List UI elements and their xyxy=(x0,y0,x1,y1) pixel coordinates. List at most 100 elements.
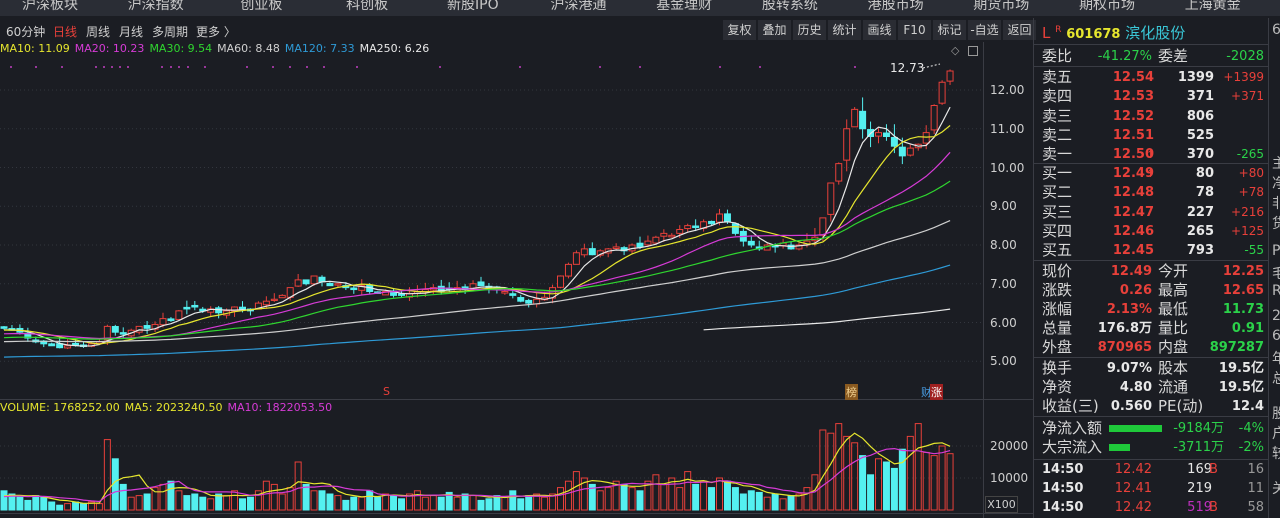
nav-tab[interactable]: 上海黄金 xyxy=(1185,0,1241,14)
level-label: 买四 xyxy=(1042,221,1073,240)
volume-bar xyxy=(437,496,445,511)
bid-row: 买二 12.48 78 +78 xyxy=(1042,183,1264,202)
level-price[interactable]: 12.45 xyxy=(1113,241,1154,260)
candle-down xyxy=(326,283,334,287)
volume-bar xyxy=(119,483,127,511)
volume-legend-item: VOLUME: 1768252.00 xyxy=(0,401,120,414)
level-price[interactable]: 12.53 xyxy=(1113,87,1154,106)
tick-row: 14:50 12.42 169 B 16 xyxy=(1042,460,1264,479)
tick-side: B xyxy=(1209,462,1218,477)
candle-up xyxy=(827,182,835,215)
volume-bar xyxy=(199,496,207,511)
flow-pct: -4% xyxy=(1238,421,1264,436)
cut-off-text: 6 xyxy=(1272,22,1280,38)
kline-chart[interactable] xyxy=(0,0,1033,518)
volume-bar xyxy=(739,493,747,511)
signal-dot xyxy=(306,66,308,68)
tick-time: 14:50 xyxy=(1042,481,1084,496)
bid-row: 买五 12.45 793 -55 xyxy=(1042,241,1264,260)
ask-row: 卖一 12.50 ↑ 370 -265 xyxy=(1042,145,1264,164)
volume-bar xyxy=(564,480,572,511)
level-volume: 265 xyxy=(1186,223,1214,239)
fund-flow-row: 大宗流入 -3711万 -2% xyxy=(1042,438,1264,457)
volume-bar xyxy=(692,483,700,511)
marker-s[interactable]: S xyxy=(382,385,391,398)
tick-row: 14:50 12.41 219 11 xyxy=(1042,479,1264,498)
cut-off-text: 户 xyxy=(1272,423,1280,443)
volume-bar xyxy=(239,498,246,511)
flow-bar xyxy=(1109,444,1131,451)
volume-bar xyxy=(604,487,612,511)
volume-bar xyxy=(374,496,382,511)
volume-bar xyxy=(501,496,509,511)
value: -41.27% xyxy=(1097,49,1152,64)
label: 现价 xyxy=(1042,262,1073,280)
fund-flow-row: 净流入额 -9184万 -4% xyxy=(1042,419,1264,438)
label: 今开 xyxy=(1158,262,1189,280)
level-change: -265 xyxy=(1236,147,1264,162)
ask-row: 卖二 12.51 525 xyxy=(1042,126,1264,145)
fundamental-row: 换手 9.07% 股本 19.5亿 xyxy=(1042,359,1264,378)
volume-bar xyxy=(318,490,326,511)
cut-off-text: 非 xyxy=(1272,193,1280,213)
volume-legend: VOLUME: 1768252.00 MA5: 2023240.50 MA10: 1… xyxy=(0,401,337,414)
candle-up xyxy=(819,217,827,236)
volume-bar xyxy=(509,490,517,511)
level-price[interactable]: 12.51 xyxy=(1113,126,1154,145)
price-axis-label: 12.00 xyxy=(990,83,1025,97)
diamond-icon[interactable]: ◇ xyxy=(951,44,959,57)
candle-up xyxy=(501,291,509,294)
volume-bar xyxy=(421,496,429,511)
candle-down xyxy=(167,318,175,322)
value: 0.91 xyxy=(1231,321,1264,336)
volume-legend-item: MA10: 1822053.50 xyxy=(227,401,333,414)
stock-name: 滨化股份 xyxy=(1125,24,1186,42)
volume-bar xyxy=(80,503,87,511)
volume-bar xyxy=(223,495,231,511)
volume-legend-item: MA5: 2023240.50 xyxy=(124,401,223,414)
label: 股本 xyxy=(1158,359,1189,377)
level-change: +1399 xyxy=(1223,70,1264,84)
price-axis-label: 6.00 xyxy=(990,315,1017,330)
flow-value: -9184万 xyxy=(1173,421,1224,436)
level-price[interactable]: 12.54 xyxy=(1113,68,1154,87)
volume-bar xyxy=(334,495,342,511)
label: 涨幅 xyxy=(1042,300,1073,318)
candle-up xyxy=(668,234,676,238)
marker-bang[interactable]: 榜 xyxy=(845,384,858,400)
volume-bar xyxy=(684,471,692,511)
volume-bar xyxy=(882,461,890,511)
volume-bar xyxy=(914,423,922,511)
candle-down xyxy=(859,110,867,130)
volume-bar xyxy=(716,477,723,511)
level-price[interactable]: 12.46 xyxy=(1113,222,1154,241)
signal-dot xyxy=(272,66,274,68)
label: 内盘 xyxy=(1158,338,1189,356)
value: 12.65 xyxy=(1222,283,1264,298)
tick-count: 58 xyxy=(1247,500,1264,515)
label: 最高 xyxy=(1158,281,1189,299)
signal-dot xyxy=(719,66,721,68)
volume-bar xyxy=(890,467,898,511)
value: 0.560 xyxy=(1110,399,1152,414)
cut-off-text: 6 xyxy=(1272,328,1280,344)
level-change: +216 xyxy=(1231,204,1264,219)
volume-bar xyxy=(755,491,763,511)
nav-tab[interactable]: 期权市场 xyxy=(1079,0,1135,14)
level-price[interactable]: 12.47 xyxy=(1113,203,1154,222)
level-price[interactable]: 12.52 xyxy=(1113,107,1154,126)
volume-bar xyxy=(429,495,437,511)
candle-up xyxy=(716,213,723,223)
level-price[interactable]: 12.48 xyxy=(1113,183,1154,202)
value: 12.4 xyxy=(1231,399,1264,414)
candle-up xyxy=(930,105,938,131)
marker-zhang[interactable]: 涨 xyxy=(930,384,943,400)
volume-bar xyxy=(557,487,564,511)
signal-dot xyxy=(127,66,129,68)
candle-down xyxy=(191,304,199,308)
panel-toggle-icon[interactable] xyxy=(968,46,978,56)
ma5-line xyxy=(4,106,951,347)
volume-bar xyxy=(207,498,215,511)
level-label: 卖四 xyxy=(1042,87,1073,106)
candle-up xyxy=(334,283,342,286)
